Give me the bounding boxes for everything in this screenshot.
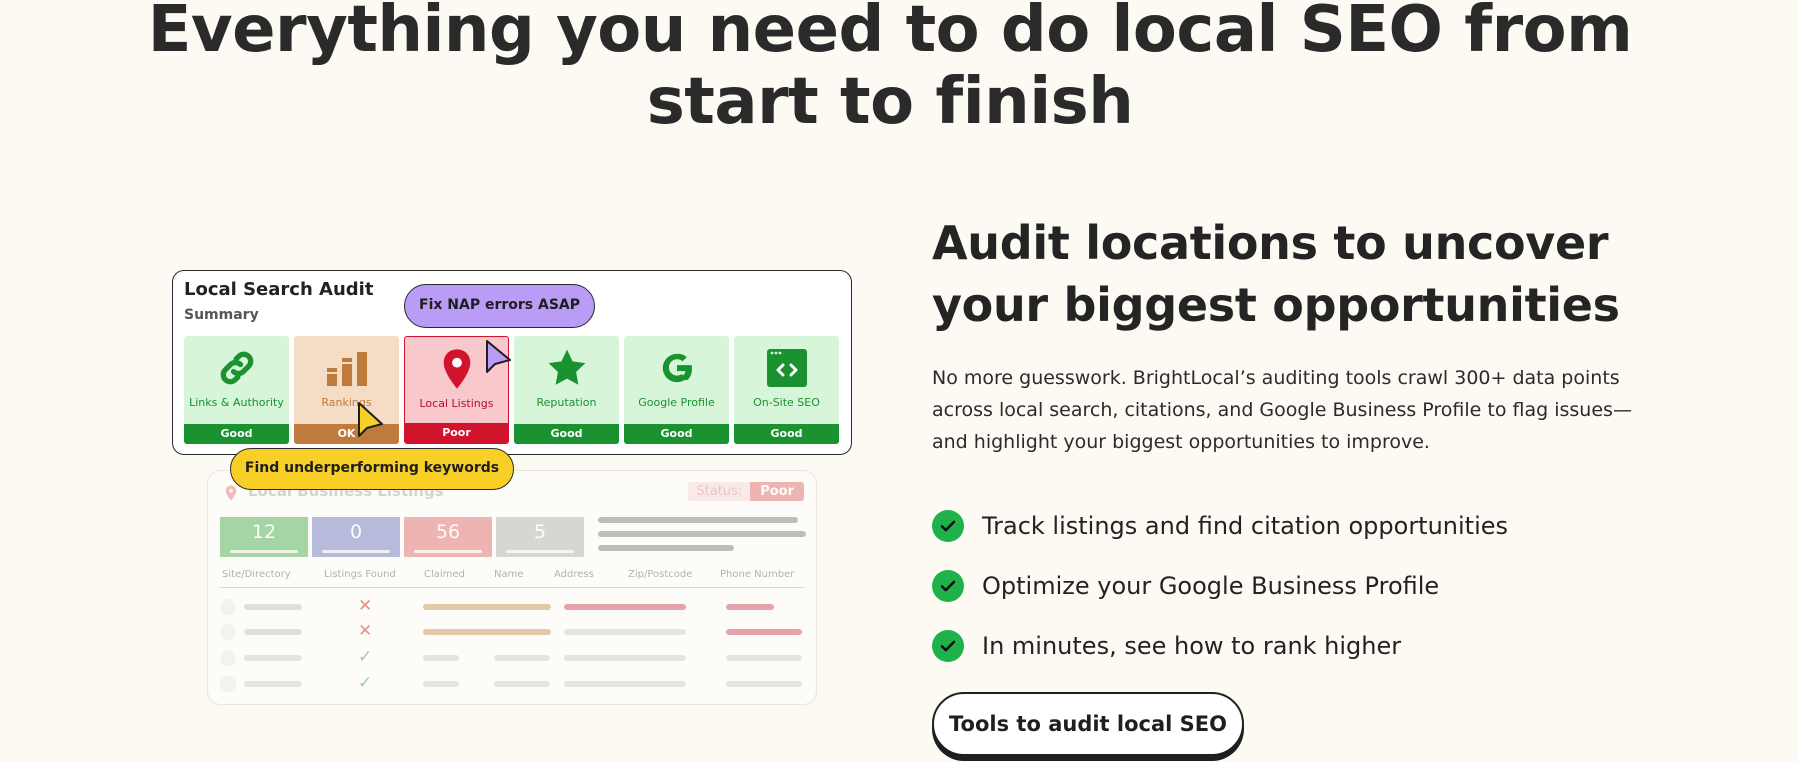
column-header: Listings Found xyxy=(324,569,396,580)
google-g-icon xyxy=(662,353,692,383)
tools-to-audit-button[interactable]: Tools to audit local SEO xyxy=(932,692,1244,756)
tile-label: On-Site SEO xyxy=(753,396,820,409)
page-headline: Everything you need to do local SEO from… xyxy=(147,0,1633,139)
feature-item: Optimize your Google Business Profile xyxy=(932,556,1508,616)
placeholder-line xyxy=(598,531,806,537)
tile-status: Good xyxy=(514,424,619,444)
placeholder-line xyxy=(598,517,798,523)
section-heading: Audit locations to uncover your biggest … xyxy=(932,216,1620,332)
column-header: Site/Directory xyxy=(222,569,291,580)
check-circle-icon xyxy=(932,570,964,602)
audit-subtitle: Summary xyxy=(184,307,259,323)
map-pin-icon xyxy=(225,485,237,501)
map-pin-icon xyxy=(443,349,470,389)
tile-status: Good xyxy=(184,424,289,444)
cross-icon: ✕ xyxy=(358,621,373,641)
check-circle-icon xyxy=(932,630,964,662)
tile-label: Local Listings xyxy=(419,397,494,410)
column-header: Phone Number xyxy=(720,569,795,580)
column-header: Claimed xyxy=(424,569,465,580)
cursor-icon xyxy=(358,402,383,437)
check-icon: ✓ xyxy=(358,673,373,693)
local-business-listings-card: Local Business Listings Status: Poor 12 … xyxy=(207,470,817,705)
check-circle-icon xyxy=(932,510,964,542)
fix-nap-callout: Fix NAP errors ASAP xyxy=(404,284,595,328)
column-header: Zip/Postcode xyxy=(628,569,693,580)
find-keywords-callout: Find underperforming keywords xyxy=(230,448,514,490)
table-row: ✓ xyxy=(220,647,804,669)
stat-value: 0 xyxy=(349,521,363,543)
stat-box: 12 xyxy=(220,517,308,557)
feature-list: Track listings and find citation opportu… xyxy=(932,496,1508,676)
code-window-icon xyxy=(766,349,807,387)
column-header: Address xyxy=(554,569,594,580)
audit-title: Local Search Audit xyxy=(184,279,374,300)
tile-label: Reputation xyxy=(536,396,597,409)
check-icon: ✓ xyxy=(358,647,373,667)
feature-item: In minutes, see how to rank higher xyxy=(932,616,1508,676)
status-label: Status: xyxy=(688,482,751,501)
listings-status: Status: Poor xyxy=(688,482,804,501)
tile-links-authority[interactable]: Links & Authority Good xyxy=(184,336,289,444)
table-row: ✓ xyxy=(220,673,804,695)
stat-value: 12 xyxy=(251,521,277,543)
tile-reputation[interactable]: Reputation Good xyxy=(514,336,619,444)
stat-box: 0 xyxy=(312,517,400,557)
feature-text: Track listings and find citation opportu… xyxy=(982,512,1509,540)
placeholder-line xyxy=(598,545,734,551)
tile-on-site-seo[interactable]: On-Site SEO Good xyxy=(734,336,839,444)
status-badge: Poor xyxy=(750,482,804,501)
section-description: No more guesswork. BrightLocal’s auditin… xyxy=(932,367,1632,453)
link-icon xyxy=(220,351,253,385)
cross-icon: ✕ xyxy=(358,596,373,616)
feature-text: In minutes, see how to rank higher xyxy=(982,632,1402,660)
stat-value: 56 xyxy=(435,521,461,543)
stat-box: 56 xyxy=(404,517,492,557)
stat-value: 5 xyxy=(533,521,547,543)
stat-box: 5 xyxy=(496,517,584,557)
tile-status: Good xyxy=(624,424,729,444)
column-header: Name xyxy=(494,569,524,580)
tile-status: Good xyxy=(734,424,839,444)
feature-item: Track listings and find citation opportu… xyxy=(932,496,1508,556)
feature-text: Optimize your Google Business Profile xyxy=(982,572,1440,600)
tile-google-profile[interactable]: Google Profile Good xyxy=(624,336,729,444)
tile-status: Poor xyxy=(405,423,508,443)
table-row: ✕ xyxy=(220,596,804,618)
tile-label: Google Profile xyxy=(638,396,715,409)
tile-label: Links & Authority xyxy=(189,396,284,409)
table-row: ✕ xyxy=(220,621,804,643)
table-divider xyxy=(220,587,804,588)
star-icon xyxy=(548,349,585,385)
bar-chart-icon xyxy=(326,352,367,386)
cursor-icon xyxy=(486,340,511,373)
